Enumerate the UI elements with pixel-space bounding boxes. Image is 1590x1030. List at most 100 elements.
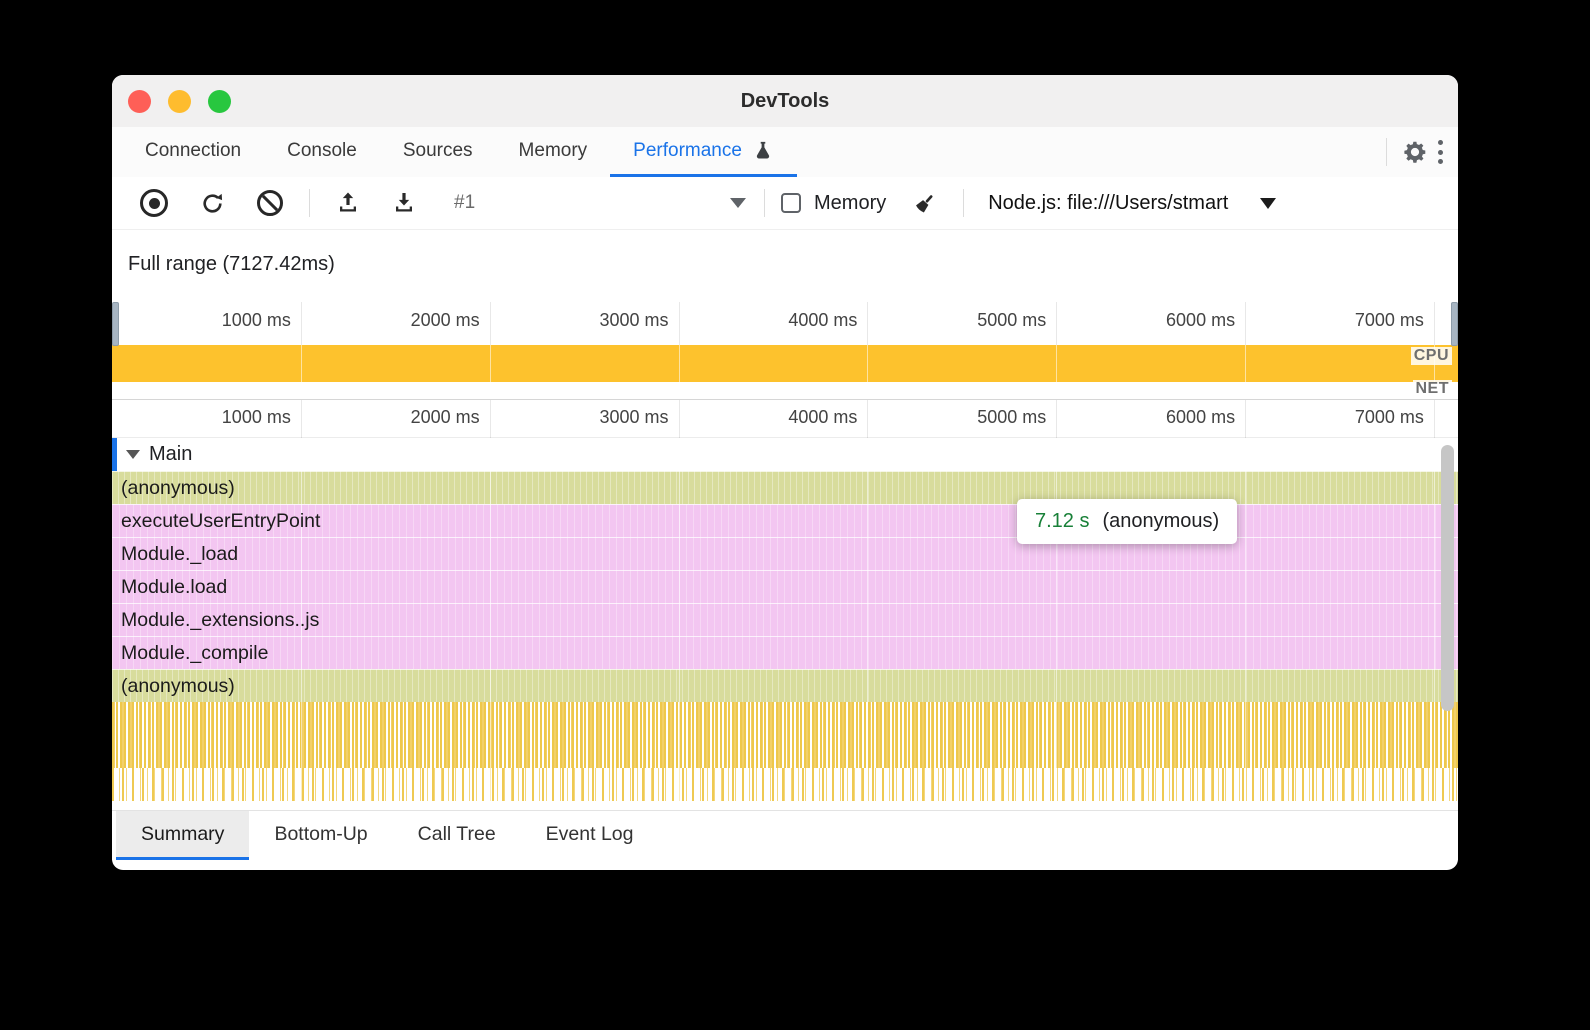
track-header-main[interactable]: Main [112,438,1458,471]
flame-row-executeuserentrypoint[interactable]: executeUserEntryPoint [112,504,1458,537]
overview-left-handle[interactable] [112,302,119,346]
details-tab-event-log[interactable]: Event Log [521,811,659,860]
devtools-window: DevTools Connection Console Sources Memory P… [112,75,1458,870]
ruler-tick-label: 3000 ms [599,407,668,428]
memory-checkbox[interactable]: Memory [781,192,886,215]
chevron-down-icon [1260,198,1276,209]
clear-button[interactable] [252,185,288,221]
ruler-tick-label: 5000 ms [977,310,1046,331]
details-tab-call-tree[interactable]: Call Tree [393,811,521,860]
collapse-triangle-icon[interactable] [126,450,140,459]
minimize-window-button[interactable] [168,90,191,113]
cpu-activity-strip [112,345,1458,382]
ruler-tick-label: 4000 ms [788,407,857,428]
track-label: Main [149,443,192,466]
tab-label: Console [287,140,357,162]
cpu-strip-label: CPU [1411,347,1452,365]
tab-label: Performance [633,140,742,162]
tab-label: Connection [145,140,241,162]
activity-band [112,735,1458,768]
divider [309,189,310,217]
ruler-tick-label: 1000 ms [222,310,291,331]
flame-row-module-load[interactable]: Module.load [112,570,1458,603]
activity-band [112,768,1458,801]
details-tab-strip: Summary Bottom-Up Call Tree Event Log [112,811,659,860]
ruler-tick-label: 4000 ms [788,310,857,331]
gridline [301,345,302,382]
devtools-tabbar: Connection Console Sources Memory Performanc… [112,127,1458,178]
scrollbar-thumb[interactable] [1441,445,1454,711]
flame-row-label: (anonymous) [121,477,235,500]
target-select-value: Node.js: file:///Users/stmart [988,192,1228,215]
divider [963,189,964,217]
reload-icon [200,191,225,216]
divider [764,189,765,217]
settings-gear-icon[interactable] [1397,134,1433,170]
reload-and-record-button[interactable] [195,186,230,221]
window-titlebar[interactable]: DevTools [112,75,1458,128]
tab-connection[interactable]: Connection [122,127,264,177]
record-button[interactable] [135,184,173,222]
vertical-scrollbar[interactable] [1441,440,1455,805]
ruler-tick-label: 2000 ms [411,310,480,331]
upload-icon [336,191,360,215]
tooltip-label: (anonymous) [1102,510,1219,533]
activity-band [112,702,1458,735]
ruler-tick-label: 2000 ms [411,407,480,428]
flame-row-label: executeUserEntryPoint [121,510,320,533]
broom-icon [912,191,937,216]
gridline [490,345,491,382]
details-tab-label: Event Log [546,823,634,846]
tab-sources[interactable]: Sources [380,127,496,177]
flame-tooltip: 7.12 s (anonymous) [1017,499,1237,544]
save-profile-button[interactable] [387,186,421,220]
ruler-tick-label: 1000 ms [222,407,291,428]
full-range-label: Full range (7127.42ms) [128,253,335,276]
ruler-tick-label: 6000 ms [1166,310,1235,331]
flame-row-module-load[interactable]: Module._load [112,537,1458,570]
close-window-button[interactable] [128,90,151,113]
flame-row-module-compile[interactable]: Module._compile [112,636,1458,669]
flame-row-label: Module.load [121,576,227,599]
checkbox-box[interactable] [781,193,801,213]
collect-garbage-button[interactable] [907,186,942,221]
traffic-lights [128,75,231,127]
tooltip-duration: 7.12 s [1035,510,1089,533]
tab-console[interactable]: Console [264,127,380,177]
download-icon [392,191,416,215]
net-strip-label: NET [1413,380,1453,398]
flame-chart-panel[interactable]: 1000 ms2000 ms3000 ms4000 ms5000 ms6000 … [112,400,1458,810]
flame-row-label: Module._extensions..js [121,609,319,632]
tabbar-actions [1376,127,1458,177]
micro-activity-bands [112,702,1458,801]
chevron-down-icon [730,198,746,208]
profile-select-value: #1 [454,192,475,214]
load-profile-button[interactable] [331,186,365,220]
flame-row-anonymous[interactable]: (anonymous) [112,669,1458,702]
details-tab-label: Bottom-Up [274,823,367,846]
overview-ruler: 1000 ms2000 ms3000 ms4000 ms5000 ms6000 … [112,302,1458,342]
tab-performance[interactable]: Performance [610,127,797,177]
flame-row-label: Module._compile [121,642,268,665]
profile-select[interactable]: #1 [446,192,754,214]
details-tabbar: Summary Bottom-Up Call Tree Event Log [112,810,1458,860]
block-icon [257,190,283,216]
flame-row-module-extensions-js[interactable]: Module._extensions..js [112,603,1458,636]
details-tab-summary[interactable]: Summary [116,811,249,860]
timeline-overview[interactable]: Full range (7127.42ms) 1000 ms2000 ms300… [112,230,1458,400]
tab-memory[interactable]: Memory [496,127,611,177]
zoom-window-button[interactable] [208,90,231,113]
flame-row-anonymous[interactable]: (anonymous) [112,471,1458,504]
details-tab-bottom-up[interactable]: Bottom-Up [249,811,392,860]
performance-toolbar: #1 Memory Node.js: file:///Users/stmart [112,177,1458,230]
details-tab-label: Call Tree [418,823,496,846]
overview-right-handle[interactable] [1451,302,1458,346]
memory-checkbox-label: Memory [814,192,886,215]
main-tab-strip: Connection Console Sources Memory Performanc… [112,127,797,177]
gridline [1056,345,1057,382]
flame-rows: (anonymous) executeUserEntryPoint Module._… [112,471,1458,702]
window-title: DevTools [741,90,830,113]
target-select[interactable]: Node.js: file:///Users/stmart [988,192,1276,215]
tab-label: Sources [403,140,473,162]
kebab-menu-icon[interactable] [1433,132,1448,171]
